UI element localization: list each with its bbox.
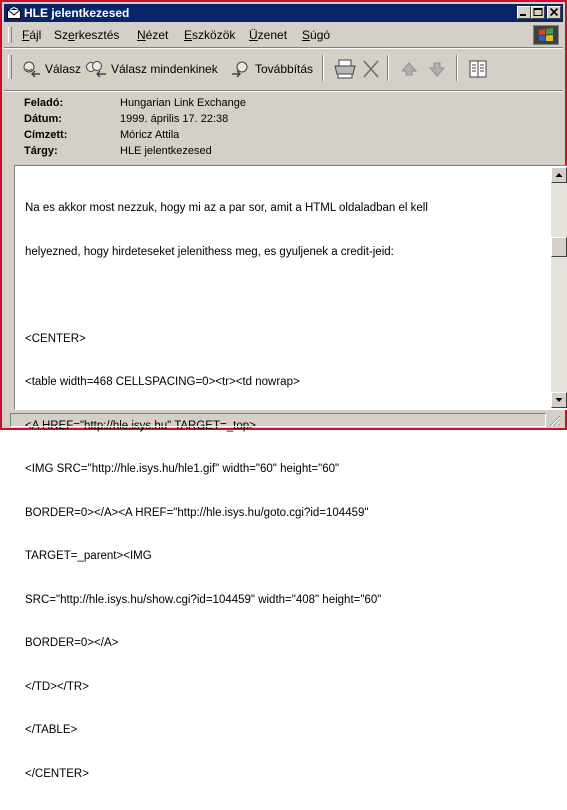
toolbar-grip[interactable]	[8, 55, 12, 79]
message-header: Feladó: Hungarian Link Exchange Dátum: 1…	[4, 92, 563, 164]
envelope-icon	[7, 7, 21, 19]
address-book-button[interactable]	[466, 58, 493, 80]
body-line: </TD></TR>	[25, 680, 89, 693]
resize-grip-icon[interactable]	[548, 414, 561, 427]
to-value: Móricz Attila	[120, 129, 180, 141]
menu-bar: Fájl Szerkesztés Nézet Eszközök Üzenet S…	[4, 24, 563, 46]
subject-label: Tárgy:	[24, 145, 58, 157]
body-line: BORDER=0></A><A HREF="http://hle.isys.hu…	[25, 506, 369, 519]
menu-file[interactable]: Fájl	[22, 28, 41, 42]
body-line: BORDER=0></A>	[25, 637, 119, 649]
printer-icon	[334, 59, 356, 79]
mail-window: HLE jelentkezesed Fájl Szerkesztés Nézet…	[0, 0, 567, 780]
forward-icon	[232, 61, 248, 78]
toolbar-separator	[322, 55, 324, 81]
body-line: </TABLE>	[25, 724, 78, 736]
maximize-button[interactable]	[531, 6, 545, 19]
toolbar: Válasz Válasz mindenkinek Továbbítás	[4, 49, 563, 89]
minimize-button[interactable]	[517, 6, 531, 19]
menu-message[interactable]: Üzenet	[249, 28, 287, 42]
vertical-scrollbar[interactable]	[551, 167, 567, 408]
toolbar-separator	[456, 55, 458, 81]
body-line: helyezned, hogy hirdeteseket jelenithess…	[25, 245, 394, 258]
close-button[interactable]	[547, 6, 561, 19]
window-title: HLE jelentkezesed	[24, 6, 130, 20]
scroll-thumb[interactable]	[551, 237, 567, 257]
previous-button[interactable]	[398, 58, 423, 80]
status-bar	[4, 412, 563, 428]
forward-label: Továbbítás	[255, 62, 314, 76]
body-line: ​	[25, 288, 545, 303]
reply-button[interactable]: Válasz	[20, 58, 81, 80]
scroll-down-button[interactable]	[551, 392, 567, 408]
reply-all-label: Válasz mindenkinek	[111, 62, 218, 76]
message-body[interactable]: Na es akkor most nezzuk, hogy mi az a pa…	[14, 165, 567, 780]
address-book-icon	[469, 60, 487, 78]
body-line: </CENTER>	[25, 767, 89, 780]
body-line: TARGET=_parent><IMG	[25, 550, 152, 562]
arrow-down-icon	[428, 62, 446, 77]
menu-view[interactable]: Nézet	[137, 28, 168, 42]
menu-tools[interactable]: Eszközök	[184, 28, 235, 42]
body-line: <CENTER>	[25, 332, 86, 345]
reply-icon	[23, 61, 40, 78]
close-icon	[549, 7, 559, 17]
scroll-up-icon	[555, 173, 563, 177]
body-line: <IMG SRC="http://hle.isys.hu/hle1.gif" w…	[25, 463, 340, 475]
to-label: Címzett:	[24, 129, 68, 141]
body-line: Na es akkor most nezzuk, hogy mi az a pa…	[25, 202, 428, 214]
delete-button[interactable]	[360, 58, 385, 80]
reply-all-icon	[86, 61, 106, 78]
reply-all-button[interactable]: Válasz mindenkinek	[84, 58, 218, 80]
from-value: Hungarian Link Exchange	[120, 97, 246, 109]
windows-logo-icon	[533, 25, 559, 45]
scroll-up-button[interactable]	[551, 167, 567, 183]
minimize-icon	[520, 14, 526, 16]
date-value: 1999. április 17. 22:38	[120, 113, 229, 125]
date-label: Dátum:	[24, 113, 62, 125]
menu-edit[interactable]: Szerkesztés	[54, 28, 119, 42]
toolbar-separator	[387, 55, 389, 81]
forward-button[interactable]: Továbbítás	[230, 58, 313, 80]
menu-grip[interactable]	[8, 27, 12, 43]
reply-label: Válasz	[45, 62, 82, 76]
scroll-down-icon	[555, 398, 563, 402]
delete-icon	[363, 60, 379, 78]
title-bar[interactable]: HLE jelentkezesed	[4, 4, 563, 22]
message-body-text[interactable]: Na es akkor most nezzuk, hogy mi az a pa…	[25, 172, 545, 810]
status-panel	[10, 413, 546, 427]
arrow-up-icon	[400, 62, 418, 76]
print-button[interactable]	[332, 58, 361, 80]
body-line: <table width=468 CELLSPACING=0><tr><td n…	[25, 376, 300, 388]
from-label: Feladó:	[24, 97, 64, 109]
maximize-icon	[533, 8, 543, 16]
menu-help[interactable]: Súgó	[302, 28, 330, 42]
subject-value: HLE jelentkezesed	[120, 145, 212, 157]
body-line: SRC="http://hle.isys.hu/show.cgi?id=1044…	[25, 593, 382, 606]
next-button[interactable]	[426, 58, 451, 80]
